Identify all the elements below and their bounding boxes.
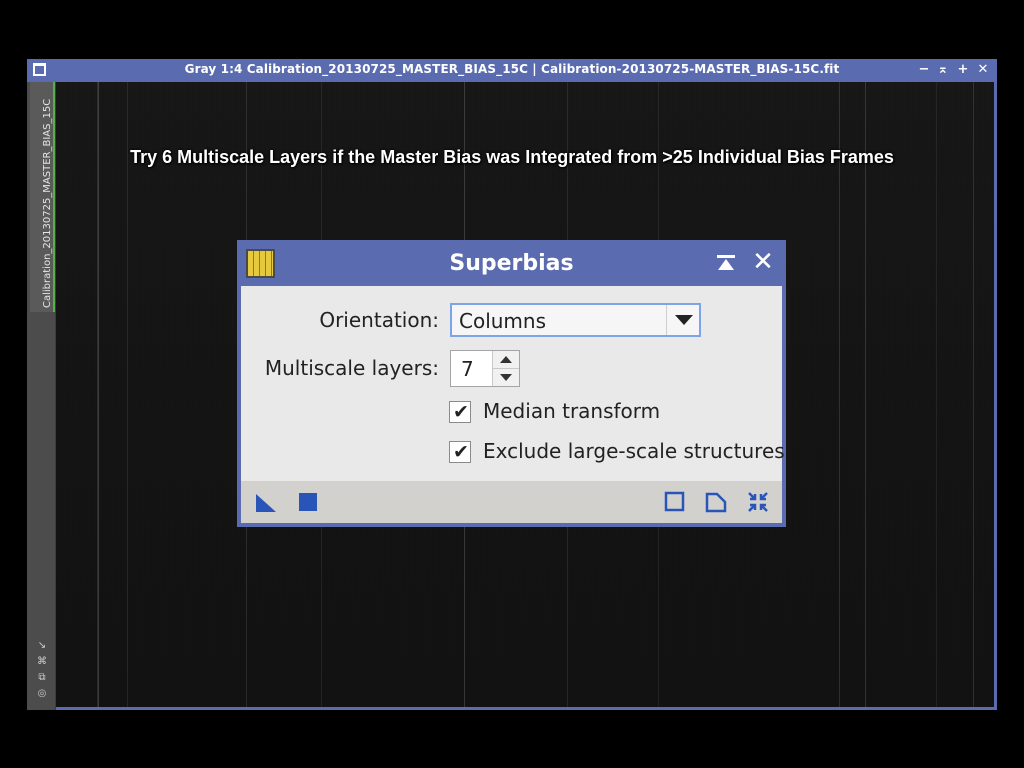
- copy-icon[interactable]: ⧉: [35, 670, 49, 686]
- close-button[interactable]: ✕: [976, 62, 990, 78]
- orientation-select[interactable]: Columns: [450, 303, 701, 337]
- minimize-button[interactable]: −: [917, 62, 931, 78]
- view-tab[interactable]: Calibration_20130725_MASTER_BIAS_15C: [30, 82, 55, 312]
- orientation-value: Columns: [459, 309, 547, 333]
- multiscale-layers-spinbox[interactable]: 7: [450, 350, 520, 387]
- preferences-icon[interactable]: [746, 490, 770, 514]
- superbias-dialog: Superbias ✕ Orientation: Columns Multisc…: [237, 240, 786, 527]
- reset-icon[interactable]: [663, 490, 687, 514]
- view-tab-strip: Calibration_20130725_MASTER_BIAS_15C ↘ ⌘…: [27, 82, 56, 710]
- checkmark-icon: ✔: [453, 441, 469, 463]
- exclude-large-scale-label: Exclude large-scale structures: [483, 439, 785, 463]
- view-tab-tools: ↘ ⌘ ⧉ ◎: [35, 638, 49, 702]
- median-transform-box[interactable]: ✔: [449, 401, 471, 423]
- expand-icon[interactable]: ↘: [35, 638, 49, 654]
- chevron-down-icon: [675, 315, 693, 325]
- link-icon[interactable]: ⌘: [35, 654, 49, 670]
- window-title: Gray 1:4 Calibration_20130725_MASTER_BIA…: [184, 62, 840, 76]
- new-instance-icon[interactable]: [254, 490, 278, 514]
- documentation-icon[interactable]: [704, 490, 728, 514]
- dialog-close-icon[interactable]: ✕: [752, 249, 774, 275]
- dropdown-arrow[interactable]: [666, 305, 699, 335]
- shade-button[interactable]: ⌅: [936, 62, 950, 78]
- view-tab-label: Calibration_20130725_MASTER_BIAS_15C: [42, 98, 53, 308]
- checkmark-icon: ✔: [453, 401, 469, 423]
- target-icon[interactable]: ◎: [35, 686, 49, 702]
- increment-icon[interactable]: [493, 351, 519, 369]
- dialog-footer: [241, 481, 782, 523]
- multiscale-layers-value[interactable]: 7: [461, 357, 474, 381]
- dialog-body: Orientation: Columns Multiscale layers: …: [241, 286, 785, 481]
- apply-global-icon[interactable]: [296, 490, 320, 514]
- spin-buttons: [492, 351, 519, 386]
- window-titlebar[interactable]: Gray 1:4 Calibration_20130725_MASTER_BIA…: [27, 59, 997, 82]
- dialog-titlebar[interactable]: Superbias ✕: [237, 240, 786, 286]
- shade-icon[interactable]: [715, 253, 737, 273]
- dialog-title: Superbias: [449, 251, 574, 276]
- multiscale-layers-label: Multiscale layers:: [264, 356, 439, 380]
- maximize-button[interactable]: +: [956, 62, 970, 78]
- tutorial-caption: Try 6 Multiscale Layers if the Master Bi…: [130, 147, 894, 167]
- orientation-label: Orientation:: [319, 308, 439, 332]
- median-transform-label: Median transform: [483, 399, 661, 423]
- exclude-large-scale-box[interactable]: ✔: [449, 441, 471, 463]
- decrement-icon[interactable]: [493, 369, 519, 386]
